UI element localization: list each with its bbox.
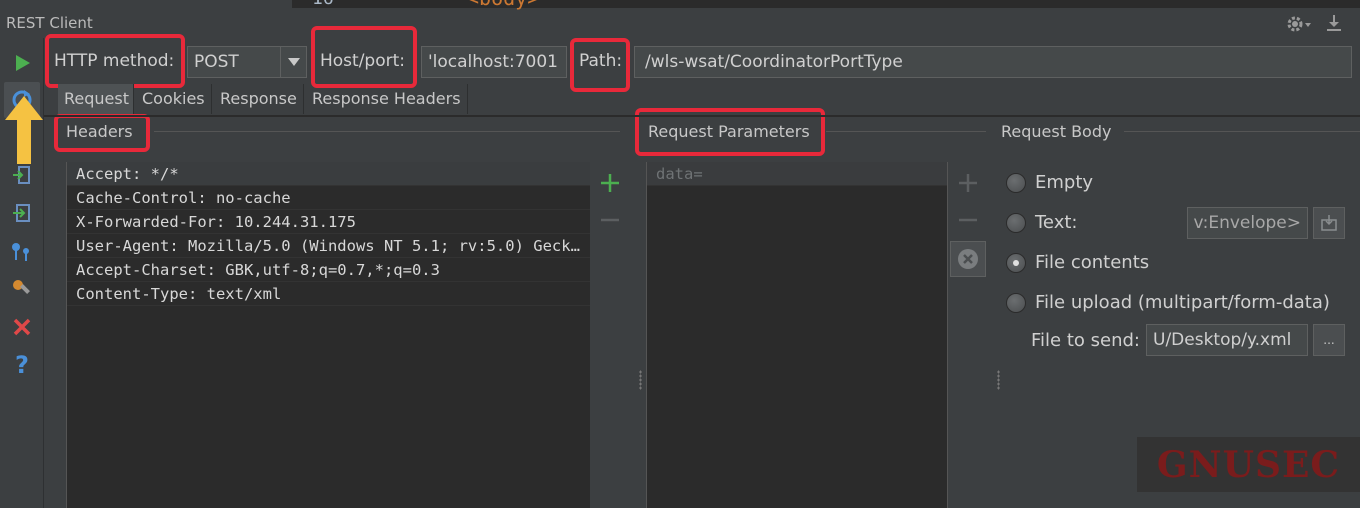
annotation-arrow-icon bbox=[3, 94, 45, 170]
headers-title: Headers bbox=[66, 122, 133, 141]
browse-file-button[interactable]: ... bbox=[1313, 324, 1345, 356]
radio-file-contents[interactable] bbox=[1006, 253, 1026, 273]
headers-divider bbox=[154, 131, 620, 132]
request-body-title: Request Body bbox=[1001, 122, 1112, 141]
key-icon[interactable] bbox=[9, 238, 35, 264]
tab-response-headers[interactable]: Response Headers bbox=[306, 84, 468, 114]
download-icon[interactable] bbox=[1324, 13, 1344, 33]
remove-header-icon[interactable] bbox=[598, 208, 622, 232]
window-title: REST Client bbox=[6, 14, 93, 32]
help-icon[interactable]: ? bbox=[9, 351, 35, 379]
headers-list[interactable]: Accept: */* Cache-Control: no-cache X-Fo… bbox=[66, 162, 590, 508]
params-divider bbox=[826, 131, 986, 132]
clear-params-icon[interactable] bbox=[950, 241, 986, 277]
import-icon[interactable] bbox=[9, 200, 35, 226]
path-input[interactable]: /wls-wsat/CoordinatorPortType bbox=[634, 46, 1352, 78]
header-row[interactable]: User-Agent: Mozilla/5.0 (Windows NT 5.1;… bbox=[67, 234, 590, 258]
header-row[interactable]: Content-Type: text/xml bbox=[67, 282, 590, 306]
radio-empty[interactable] bbox=[1006, 173, 1026, 193]
editor-fragment: 16 <body> bbox=[292, 0, 1360, 10]
params-list[interactable]: data= bbox=[646, 162, 948, 508]
splitter-grip[interactable] bbox=[997, 370, 1000, 390]
highlight-path bbox=[570, 38, 630, 92]
wrench-icon[interactable] bbox=[9, 276, 35, 302]
tab-response[interactable]: Response bbox=[214, 84, 304, 114]
gear-icon[interactable] bbox=[1286, 14, 1312, 34]
request-parameters-title: Request Parameters bbox=[648, 122, 810, 141]
http-method-select[interactable]: POST bbox=[187, 46, 307, 78]
header-row[interactable]: Accept: */* bbox=[67, 162, 590, 186]
add-param-icon[interactable] bbox=[956, 171, 980, 195]
radio-file-contents-label: File contents bbox=[1035, 252, 1150, 273]
param-row[interactable]: data= bbox=[647, 162, 947, 186]
gnusec-watermark: GNUSEC bbox=[1137, 437, 1360, 492]
file-to-send-input[interactable]: U/Desktop/y.xml bbox=[1146, 324, 1308, 356]
header-row[interactable]: Accept-Charset: GBK,utf-8;q=0.7,*;q=0.3 bbox=[67, 258, 590, 282]
highlight-http-method bbox=[45, 34, 185, 88]
tab-request[interactable]: Request bbox=[58, 84, 134, 114]
radio-file-upload-label: File upload (multipart/form-data) bbox=[1035, 292, 1330, 313]
http-method-value: POST bbox=[194, 52, 239, 72]
edit-text-icon[interactable] bbox=[1313, 207, 1345, 239]
radio-text[interactable] bbox=[1006, 213, 1026, 233]
splitter-grip[interactable] bbox=[639, 370, 642, 390]
chevron-down-icon[interactable] bbox=[280, 47, 306, 77]
editor-tag-text: <body> bbox=[467, 0, 539, 10]
remove-param-icon[interactable] bbox=[956, 208, 980, 232]
header-row[interactable]: X-Forwarded-For: 10.244.31.175 bbox=[67, 210, 590, 234]
body-divider bbox=[1124, 131, 1360, 132]
file-to-send-label: File to send: bbox=[1031, 330, 1140, 351]
radio-text-label: Text: bbox=[1035, 212, 1078, 233]
header-row[interactable]: Cache-Control: no-cache bbox=[67, 186, 590, 210]
radio-file-upload[interactable] bbox=[1006, 293, 1026, 313]
highlight-host-port bbox=[311, 26, 417, 88]
editor-line-number: 16 bbox=[312, 0, 334, 9]
add-header-icon[interactable] bbox=[598, 171, 622, 195]
tabs-divider bbox=[44, 115, 1360, 117]
host-port-input[interactable]: 'localhost:7001 bbox=[421, 46, 567, 78]
run-icon[interactable] bbox=[9, 50, 35, 76]
radio-empty-label: Empty bbox=[1035, 172, 1094, 193]
body-text-input[interactable]: v:Envelope> bbox=[1187, 207, 1308, 239]
close-icon[interactable] bbox=[9, 314, 35, 340]
tab-cookies[interactable]: Cookies bbox=[136, 84, 212, 114]
